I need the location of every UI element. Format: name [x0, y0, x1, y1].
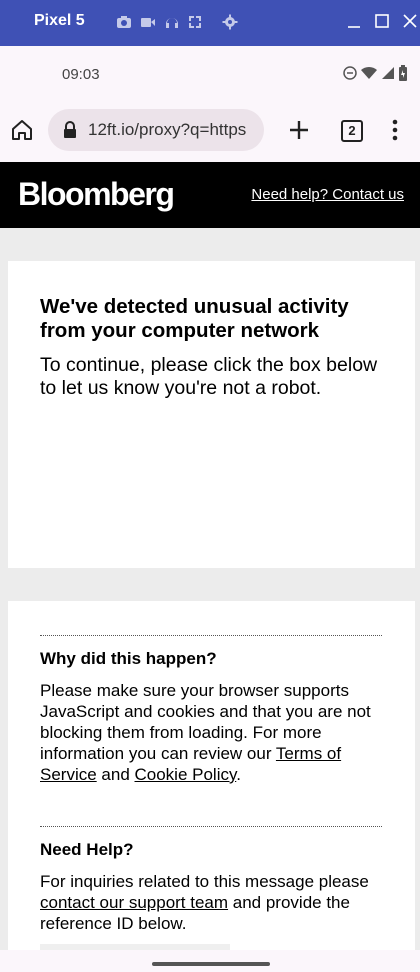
home-icon[interactable]	[10, 118, 34, 142]
do-not-disturb-icon	[343, 66, 357, 80]
tab-switcher-button[interactable]: 2	[341, 120, 363, 142]
why-body-and: and	[96, 765, 135, 784]
cell-signal-icon	[382, 67, 394, 79]
camera-icon[interactable]	[116, 14, 132, 30]
minimize-icon[interactable]	[345, 12, 363, 30]
emulator-title-bar: Pixel 5	[0, 0, 420, 46]
emulator-title: Pixel 5	[34, 12, 85, 29]
notice-body: To continue, please click the box below …	[40, 354, 378, 399]
cookie-policy-link[interactable]: Cookie Policy	[135, 765, 237, 784]
bloomberg-logo[interactable]: Bloomberg	[18, 176, 175, 213]
info-card: Why did this happen? Please make sure yo…	[8, 601, 415, 972]
why-heading: Why did this happen?	[40, 649, 217, 668]
unusual-activity-card: We've detected unusual activity from you…	[8, 261, 415, 568]
maximize-icon[interactable]	[373, 12, 391, 30]
lock-icon[interactable]	[62, 121, 78, 139]
divider	[40, 635, 382, 636]
why-body: Please make sure your browser supports J…	[40, 680, 385, 785]
settings-gear-icon[interactable]	[222, 14, 238, 30]
gesture-nav-bar	[0, 950, 420, 972]
address-bar[interactable]: 12ft.io/proxy?q=https	[48, 109, 264, 151]
contact-us-link[interactable]: Need help? Contact us	[251, 186, 404, 203]
site-header: Bloomberg Need help? Contact us	[0, 162, 420, 228]
need-help-heading: Need Help?	[40, 840, 134, 859]
headphones-icon[interactable]	[164, 14, 180, 30]
status-time: 09:03	[62, 66, 100, 83]
need-help-body: For inquiries related to this message pl…	[40, 871, 385, 934]
home-gesture-handle[interactable]	[152, 962, 270, 966]
video-icon[interactable]	[140, 14, 156, 30]
url-text[interactable]: 12ft.io/proxy?q=https	[88, 120, 246, 140]
why-body-period: .	[236, 765, 241, 784]
divider	[40, 826, 382, 827]
contact-support-link[interactable]: contact our support team	[40, 893, 228, 912]
battery-icon	[399, 65, 407, 81]
browser-toolbar: 12ft.io/proxy?q=https 2	[0, 98, 420, 162]
close-icon[interactable]	[401, 12, 419, 30]
notice-heading: We've detected unusual activity from you…	[40, 295, 349, 342]
new-tab-plus-icon[interactable]	[287, 118, 311, 142]
more-menu-icon[interactable]	[388, 118, 402, 142]
status-icons	[343, 65, 408, 81]
fullscreen-icon[interactable]	[187, 14, 203, 30]
need-help-body-text: For inquiries related to this message pl…	[40, 872, 369, 891]
status-bar: 09:03	[0, 46, 420, 98]
wifi-icon	[361, 66, 377, 79]
